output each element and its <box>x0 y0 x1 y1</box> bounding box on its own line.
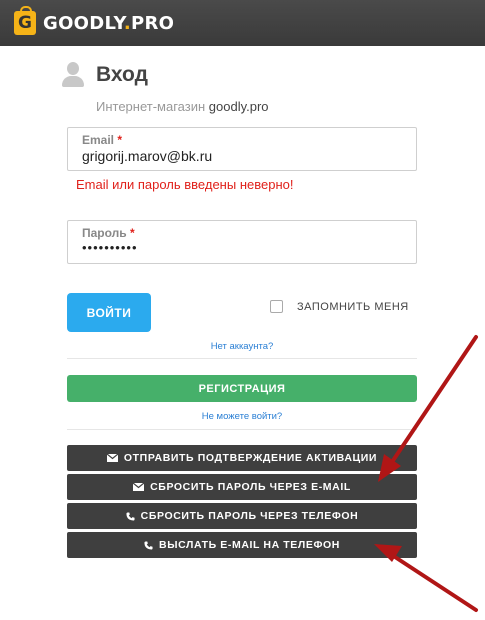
page-subtitle: Интернет-магазин goodly.pro <box>96 99 269 114</box>
remember-checkbox[interactable] <box>270 300 283 313</box>
email-input[interactable]: grigorij.marov@bk.ru <box>82 148 416 164</box>
brand-logo[interactable]: GOODLY.PRO <box>43 13 174 34</box>
no-account-link[interactable]: Нет аккаунта? <box>67 341 417 352</box>
subtitle-prefix: Интернет-магазин <box>96 99 206 114</box>
send-activation-label: ОТПРАВИТЬ ПОДТВЕРЖДЕНИЕ АКТИВАЦИИ <box>123 452 378 464</box>
cant-login-link[interactable]: Не можете войти? <box>67 411 417 422</box>
send-email-to-phone-label: ВЫСЛАТЬ E-MAIL НА ТЕЛЕФОН <box>159 539 340 551</box>
required-mark: * <box>130 226 135 240</box>
send-email-to-phone-button[interactable]: ВЫСЛАТЬ E-MAIL НА ТЕЛЕФОН <box>67 532 417 558</box>
envelope-icon <box>133 483 145 491</box>
divider <box>67 429 417 430</box>
logo-letter: G <box>18 13 32 33</box>
email-label: Email * <box>82 133 123 147</box>
phone-icon <box>144 540 153 550</box>
envelope-icon <box>106 454 118 462</box>
brand-dot: . <box>123 12 131 34</box>
send-activation-button[interactable]: ОТПРАВИТЬ ПОДТВЕРЖДЕНИЕ АКТИВАЦИИ <box>67 445 417 471</box>
phone-icon <box>126 511 135 521</box>
password-field[interactable]: Пароль * •••••••••• <box>67 220 417 264</box>
reset-password-phone-button[interactable]: СБРОСИТЬ ПАРОЛЬ ЧЕРЕЗ ТЕЛЕФОН <box>67 503 417 529</box>
password-input[interactable]: •••••••••• <box>82 240 416 255</box>
login-heading: Вход <box>62 62 148 88</box>
top-bar: G GOODLY.PRO <box>0 0 485 46</box>
reset-password-email-button[interactable]: СБРОСИТЬ ПАРОЛЬ ЧЕРЕЗ E-MAIL <box>67 474 417 500</box>
remember-me[interactable]: ЗАПОМНИТЬ МЕНЯ <box>270 300 409 313</box>
brand-main: GOODLY <box>43 12 124 34</box>
reset-password-phone-label: СБРОСИТЬ ПАРОЛЬ ЧЕРЕЗ ТЕЛЕФОН <box>140 510 359 522</box>
login-button[interactable]: ВОЙТИ <box>67 293 151 332</box>
reset-password-email-label: СБРОСИТЬ ПАРОЛЬ ЧЕРЕЗ E-MAIL <box>150 481 351 493</box>
user-icon <box>62 62 84 88</box>
brand-tld: PRO <box>130 12 175 34</box>
required-mark: * <box>117 133 123 147</box>
login-error-message: Email или пароль введены неверно! <box>76 177 294 192</box>
register-button[interactable]: РЕГИСТРАЦИЯ <box>67 375 417 402</box>
password-label: Пароль * <box>82 226 135 240</box>
subtitle-site: goodly.pro <box>208 99 269 114</box>
divider <box>67 358 417 359</box>
email-field[interactable]: Email * grigorij.marov@bk.ru <box>67 127 417 171</box>
remember-label: ЗАПОМНИТЬ МЕНЯ <box>297 300 409 313</box>
page-title: Вход <box>96 63 148 86</box>
logo-bag-icon[interactable]: G <box>14 6 36 35</box>
